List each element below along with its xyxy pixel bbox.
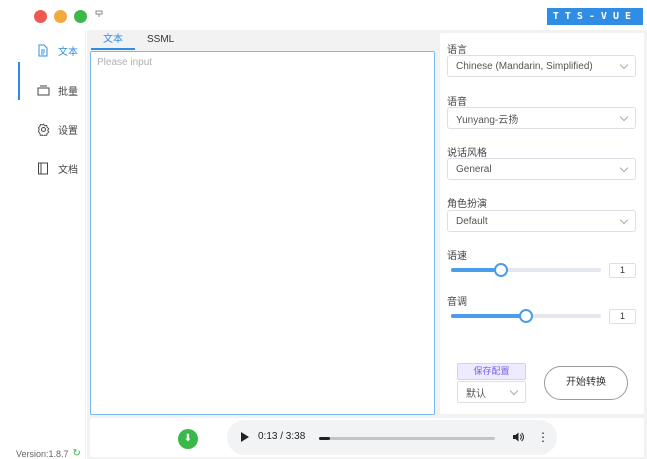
download-icon[interactable]: ⬇	[178, 429, 198, 449]
chevron-down-icon	[619, 215, 629, 224]
document-icon	[36, 43, 50, 57]
sidebar-item-label: 文档	[58, 164, 78, 176]
playback-time: 0:13 / 3:38	[258, 431, 306, 442]
sidebar-active-indicator	[18, 62, 20, 100]
slider-thumb[interactable]	[519, 309, 533, 323]
role-value: Default	[456, 215, 488, 227]
preset-value: 默认	[466, 388, 486, 400]
refresh-icon[interactable]: ↻	[73, 448, 81, 459]
playback-progress[interactable]	[319, 437, 495, 440]
close-window-button[interactable]	[34, 10, 47, 23]
preset-select[interactable]: 默认	[457, 381, 526, 403]
playback-progress-fill	[319, 437, 330, 440]
editor-tabs: 文本 SSML	[91, 32, 186, 50]
sidebar-item-label: 文本	[58, 46, 78, 58]
sidebar-item-settings[interactable]: 设置	[36, 119, 78, 139]
sidebar-item-batch[interactable]: 批量	[36, 80, 78, 100]
role-label: 角色扮演	[447, 199, 487, 210]
style-label: 说话风格	[447, 148, 487, 159]
tab-text[interactable]: 文本	[91, 32, 135, 50]
sidebar-item-label: 设置	[58, 125, 78, 137]
language-value: Chinese (Mandarin, Simplified)	[456, 60, 593, 72]
pin-icon[interactable]	[95, 10, 103, 20]
chevron-down-icon	[619, 163, 629, 172]
settings-panel: 语言 Chinese (Mandarin, Simplified) 语音 Yun…	[440, 33, 644, 414]
version-text: Version:1.8.7	[16, 448, 69, 459]
chevron-down-icon	[509, 386, 519, 395]
book-icon	[36, 161, 50, 175]
bottom-bar: ⬇ 0:13 / 3:38 ⋮	[90, 418, 644, 457]
play-icon[interactable]	[241, 432, 249, 442]
more-options-icon[interactable]: ⋮	[537, 430, 549, 444]
role-select[interactable]: Default	[447, 210, 636, 232]
speed-slider[interactable]	[451, 263, 601, 277]
speed-label: 语速	[447, 251, 467, 262]
pitch-input[interactable]: 1	[609, 309, 636, 324]
version-info: Version:1.8.7 ↻	[16, 448, 81, 459]
stack-icon	[36, 83, 50, 97]
volume-icon[interactable]	[512, 431, 524, 446]
speed-input[interactable]: 1	[609, 263, 636, 278]
text-editor	[90, 51, 435, 415]
maximize-window-button[interactable]	[74, 10, 87, 23]
sidebar-item-label: 批量	[58, 86, 78, 98]
app-brand: TTS-VUE	[546, 8, 643, 25]
start-convert-button[interactable]: 开始转换	[544, 366, 628, 400]
pitch-label: 音调	[447, 297, 467, 308]
save-config-button[interactable]: 保存配置	[457, 363, 526, 380]
language-label: 语言	[447, 45, 467, 56]
chevron-down-icon	[619, 60, 629, 69]
sidebar: 文本 批量 设置 文档	[0, 30, 86, 459]
voice-label: 语音	[447, 97, 467, 108]
style-value: General	[456, 163, 492, 175]
language-select[interactable]: Chinese (Mandarin, Simplified)	[447, 55, 636, 77]
chevron-down-icon	[619, 112, 629, 121]
style-select[interactable]: General	[447, 158, 636, 180]
title-bar: TTS-VUE	[0, 0, 647, 30]
gear-icon	[36, 122, 50, 136]
slider-thumb[interactable]	[493, 263, 508, 277]
minimize-window-button[interactable]	[54, 10, 67, 23]
pitch-slider[interactable]	[451, 309, 601, 323]
sidebar-item-text[interactable]: 文本	[36, 40, 78, 60]
text-input[interactable]	[91, 52, 434, 414]
slider-fill	[451, 314, 526, 318]
sidebar-item-docs[interactable]: 文档	[36, 158, 78, 178]
audio-player: 0:13 / 3:38 ⋮	[227, 420, 557, 455]
voice-select[interactable]: Yunyang-云扬	[447, 107, 636, 129]
tab-ssml[interactable]: SSML	[135, 32, 186, 50]
voice-value: Yunyang-云扬	[456, 114, 519, 126]
